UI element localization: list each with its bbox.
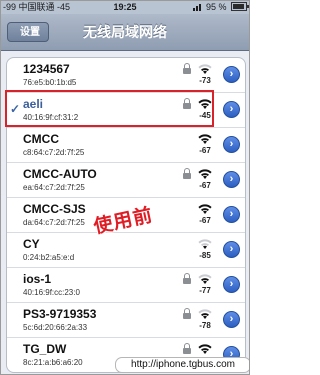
signal-strength: -67 [199, 181, 211, 190]
network-name: CMCC [23, 132, 59, 146]
wifi-signal-icon [196, 132, 214, 144]
network-row[interactable]: CY 0:24:b2:a5:e:d -85 › [7, 233, 245, 268]
detail-disclosure-icon[interactable]: › [223, 66, 240, 83]
network-name: CMCC-SJS [23, 202, 86, 216]
status-bar: -99 中国联通 -45 19:25 95 % [1, 1, 249, 14]
network-mac: 76:e5:b0:1b:d5 [23, 78, 77, 87]
network-name: ios-1 [23, 272, 52, 286]
battery-percent: 95 % [205, 2, 227, 12]
network-mac: da:64:c7:2d:7f:25 [23, 218, 85, 227]
lock-icon [183, 63, 191, 74]
watermark-url: http://iphone.tgbus.com [115, 357, 249, 373]
network-mac: ea:64:c7:2d:7f:25 [23, 183, 85, 192]
network-mac: 0:24:b2:a5:e:d [23, 253, 75, 262]
lock-icon [183, 273, 191, 284]
signal-strength: -78 [199, 321, 211, 330]
selected-network-highlight [5, 90, 214, 127]
network-row[interactable]: CMCC-AUTO ea:64:c7:2d:7f:25 -67 › [7, 163, 245, 198]
lock-icon [183, 308, 191, 319]
lock-icon [183, 168, 191, 179]
signal-strength: -77 [199, 286, 211, 295]
wifi-signal-icon [196, 342, 214, 354]
detail-disclosure-icon[interactable]: › [223, 311, 240, 328]
detail-disclosure-icon[interactable]: › [223, 101, 240, 118]
detail-disclosure-icon[interactable]: › [223, 206, 240, 223]
signal-strength: -67 [199, 216, 211, 225]
signal-strength: -67 [199, 146, 211, 155]
battery-area: 95 % [193, 1, 249, 14]
signal-strength: -73 [199, 76, 211, 85]
network-name: CY [23, 237, 40, 251]
network-mac: c8:64:c7:2d:7f:25 [23, 148, 85, 157]
wifi-signal-icon [196, 272, 214, 284]
signal-strength: -85 [199, 251, 211, 260]
network-row[interactable]: 1234567 76:e5:b0:1b:d5 -73 › [7, 58, 245, 93]
network-row[interactable]: PS3-9719353 5c:6d:20:66:2a:33 -78 › [7, 303, 245, 338]
wifi-signal-icon [196, 307, 214, 319]
network-name: 1234567 [23, 62, 70, 76]
detail-disclosure-icon[interactable]: › [223, 276, 240, 293]
wifi-signal-icon [196, 62, 214, 74]
screen: -99 中国联通 -45 19:25 95 % 设置 无线局域网络 123456… [0, 0, 250, 375]
navigation-bar: 设置 无线局域网络 [1, 14, 249, 51]
network-name: CMCC-AUTO [23, 167, 97, 181]
detail-disclosure-icon[interactable]: › [223, 171, 240, 188]
wifi-signal-icon [196, 167, 214, 179]
wifi-signal-icon [196, 237, 214, 249]
wifi-status-icon [193, 3, 203, 11]
network-mac: 8c:21:a:b6:a6:20 [23, 358, 83, 367]
network-mac: 40:16:9f:cc:23:0 [23, 288, 80, 297]
network-row[interactable]: CMCC c8:64:c7:2d:7f:25 -67 › [7, 128, 245, 163]
network-name: PS3-9719353 [23, 307, 97, 321]
network-row[interactable]: ios-1 40:16:9f:cc:23:0 -77 › [7, 268, 245, 303]
network-name: TG_DW [23, 342, 67, 356]
page-title: 无线局域网络 [83, 24, 167, 40]
battery-icon [231, 2, 249, 11]
wifi-signal-icon [196, 202, 214, 214]
detail-disclosure-icon[interactable]: › [223, 241, 240, 258]
network-mac: 5c:6d:20:66:2a:33 [23, 323, 88, 332]
detail-disclosure-icon[interactable]: › [223, 136, 240, 153]
lock-icon [183, 343, 191, 354]
